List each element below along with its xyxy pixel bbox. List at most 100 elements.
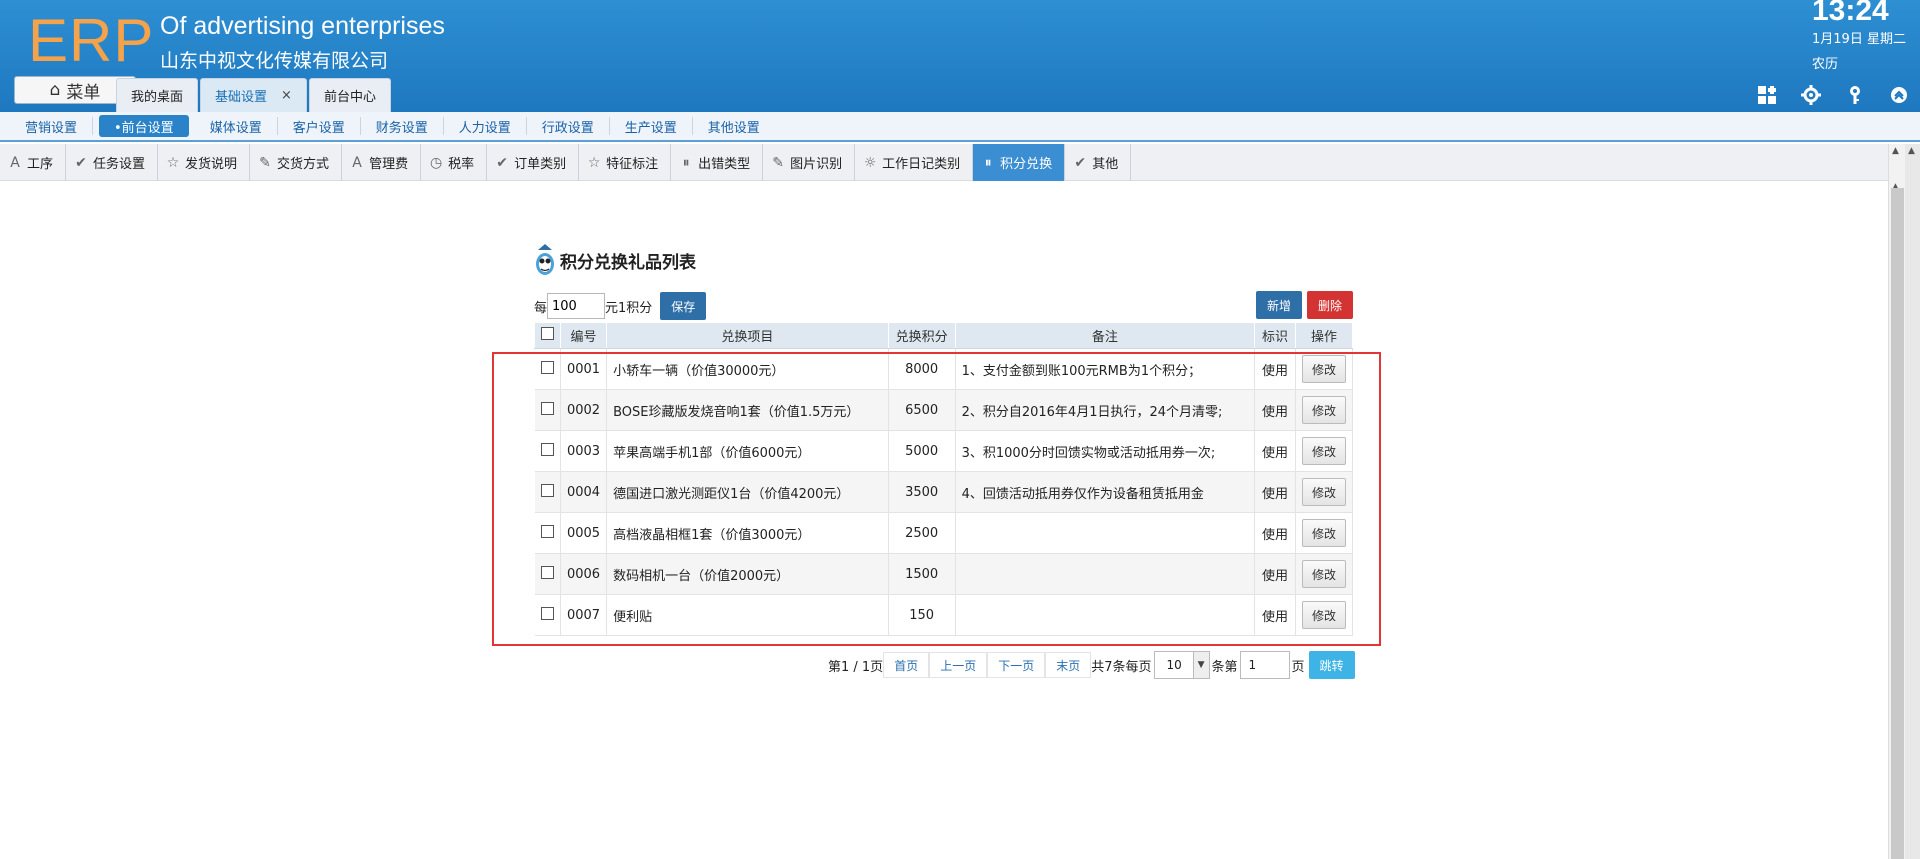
cell-action: 修改 (1295, 348, 1354, 390)
cell-number: 0007 (560, 594, 608, 636)
key-icon[interactable] (1844, 84, 1866, 106)
cell-item: 数码相机一台（价值2000元） (606, 553, 889, 595)
tool-other[interactable]: ✔ 其他 (1065, 144, 1132, 181)
table-row: 0003 苹果高端手机1部（价值6000元） 5000 3、积1000分时回馈实物或活… (534, 430, 1354, 472)
save-button[interactable]: 保存 (660, 292, 707, 320)
subnav-front-desk[interactable]: •前台设置 (99, 115, 189, 137)
tool-task-settings[interactable]: ✔ 任务设置 (66, 144, 159, 181)
tool-image-recognition[interactable]: ✎ 图片识别 (763, 144, 856, 181)
pause-circle-icon: ⏸ (984, 154, 992, 171)
page-suffix: 页 (1291, 659, 1305, 675)
page-number-input[interactable]: 1 (1239, 651, 1290, 679)
last-page-link[interactable]: 末页 (1045, 652, 1092, 678)
tool-label: 交货方式 (277, 157, 330, 172)
row-checkbox[interactable] (540, 360, 554, 374)
tool-points-exchange[interactable]: ⏸ 积分兑换 (973, 144, 1066, 181)
subnav-customer[interactable]: 客户设置 (278, 117, 361, 136)
delete-button[interactable]: 删除 (1307, 291, 1353, 319)
tool-label: 出错类型 (698, 157, 751, 172)
subnav-hr[interactable]: 人力设置 (444, 117, 527, 136)
tool-feature-tag[interactable]: ☆ 特征标注 (579, 144, 672, 181)
gear-icon[interactable] (1800, 84, 1822, 106)
select-all-checkbox[interactable] (540, 327, 554, 340)
jump-button[interactable]: 跳转 (1308, 651, 1355, 679)
cell-number: 0004 (560, 471, 608, 513)
tool-management-fee[interactable]: A 管理费 (342, 144, 422, 181)
edit-button[interactable]: 修改 (1301, 601, 1346, 629)
settings-subnav: 营销设置 •前台设置 媒体设置 客户设置 财务设置 人力设置 行政设置 生产设置… (0, 112, 1920, 142)
tab-my-desktop[interactable]: 我的桌面 (116, 78, 199, 112)
cell-flag: 使用 (1254, 594, 1296, 636)
table-row: 0007 便利贴 150 使用 修改 (534, 594, 1354, 636)
star-icon: ☆ (587, 154, 601, 171)
clock-time: 13:24 (1812, 0, 1889, 27)
add-button[interactable]: 新增 (1256, 291, 1302, 319)
tool-delivery-method[interactable]: ✎ 交货方式 (250, 144, 343, 181)
cell-action: 修改 (1295, 389, 1354, 431)
row-checkbox[interactable] (540, 483, 554, 497)
cell-item: 高档液晶相框1套（价值3000元） (606, 512, 889, 554)
edit-button[interactable]: 修改 (1301, 355, 1346, 383)
next-page-link[interactable]: 下一页 (987, 652, 1046, 678)
tool-label: 任务设置 (93, 157, 146, 172)
tool-label: 订单类别 (514, 157, 567, 172)
rate-input[interactable] (547, 293, 606, 319)
letter-a-icon: A (10, 154, 20, 171)
table-row: 0004 德国进口激光测距仪1台（价值4200元） 3500 4、回馈活动抵用券仅作为… (534, 471, 1354, 513)
pause-circle-icon: ⏸ (682, 154, 690, 171)
edit-button[interactable]: 修改 (1301, 478, 1346, 506)
scroll-up-icon[interactable]: ▲ (1908, 146, 1915, 156)
mascot-icon (536, 244, 554, 275)
lunar-calendar[interactable]: 农历 (1812, 53, 1838, 72)
edit-button[interactable]: 修改 (1301, 519, 1346, 547)
page-info: 第1 / 1页 (828, 659, 884, 675)
apps-grid-icon[interactable] (1756, 84, 1778, 106)
cell-flag: 使用 (1254, 512, 1296, 554)
prev-page-link[interactable]: 上一页 (929, 652, 988, 678)
row-checkbox[interactable] (540, 606, 554, 620)
subnav-finance[interactable]: 财务设置 (361, 117, 444, 136)
subnav-marketing[interactable]: 营销设置 (10, 117, 94, 136)
cell-points: 2500 (888, 512, 956, 554)
tool-tax-rate[interactable]: ◷ 税率 (421, 144, 488, 181)
cell-points: 8000 (888, 348, 956, 390)
edit-button[interactable]: 修改 (1301, 396, 1346, 424)
tab-basic-settings[interactable]: 基础设置 × (200, 78, 307, 112)
row-checkbox[interactable] (540, 565, 554, 579)
tool-shipping-notes[interactable]: ☆ 发货说明 (158, 144, 251, 181)
content-scrollbar[interactable]: ▲ ▲ (1888, 144, 1905, 859)
edit-button[interactable]: 修改 (1301, 437, 1346, 465)
page-size-value: 10 (1166, 658, 1182, 672)
subnav-production[interactable]: 生产设置 (610, 117, 693, 136)
tool-order-category[interactable]: ✔ 订单类别 (487, 144, 580, 181)
collapse-up-icon[interactable] (1888, 84, 1910, 106)
scroll-up-icon[interactable]: ▲ (1892, 146, 1899, 156)
tab-front-center[interactable]: 前台中心 (308, 78, 391, 112)
scroll-thumb[interactable] (1891, 188, 1904, 859)
row-checkbox[interactable] (540, 524, 554, 538)
close-icon[interactable]: × (281, 88, 292, 103)
window-scrollbar[interactable]: ▲ (1905, 144, 1920, 859)
row-checkbox[interactable] (540, 442, 554, 456)
edit-button[interactable]: 修改 (1301, 560, 1346, 588)
cell-note (955, 553, 1256, 595)
col-flag: 标识 (1254, 322, 1296, 349)
company-name-en: Of advertising enterprises (160, 12, 445, 40)
tool-error-type[interactable]: ⏸ 出错类型 (671, 144, 764, 181)
tool-label: 税率 (448, 157, 475, 172)
subnav-admin[interactable]: 行政设置 (527, 117, 610, 136)
tool-label: 图片识别 (790, 157, 843, 172)
cell-action: 修改 (1295, 553, 1354, 595)
per-unit-text: 条第 (1211, 659, 1238, 675)
tool-process[interactable]: A 工序 (0, 144, 67, 181)
subnav-media[interactable]: 媒体设置 (195, 117, 278, 136)
star-icon: ☆ (166, 154, 180, 171)
first-page-link[interactable]: 首页 (883, 652, 930, 678)
tool-work-diary-category[interactable]: ☼ 工作日记类别 (855, 144, 974, 181)
subnav-other[interactable]: 其他设置 (693, 117, 775, 136)
col-number: 编号 (559, 322, 608, 349)
page-size-select[interactable]: 10 ▼ (1153, 651, 1210, 679)
row-checkbox[interactable] (540, 401, 554, 415)
cell-item: 苹果高端手机1部（价值6000元） (606, 430, 889, 472)
table-row: 0002 BOSE珍藏版发烧音响1套（价值1.5万元） 6500 2、积分自2016年… (534, 389, 1354, 431)
